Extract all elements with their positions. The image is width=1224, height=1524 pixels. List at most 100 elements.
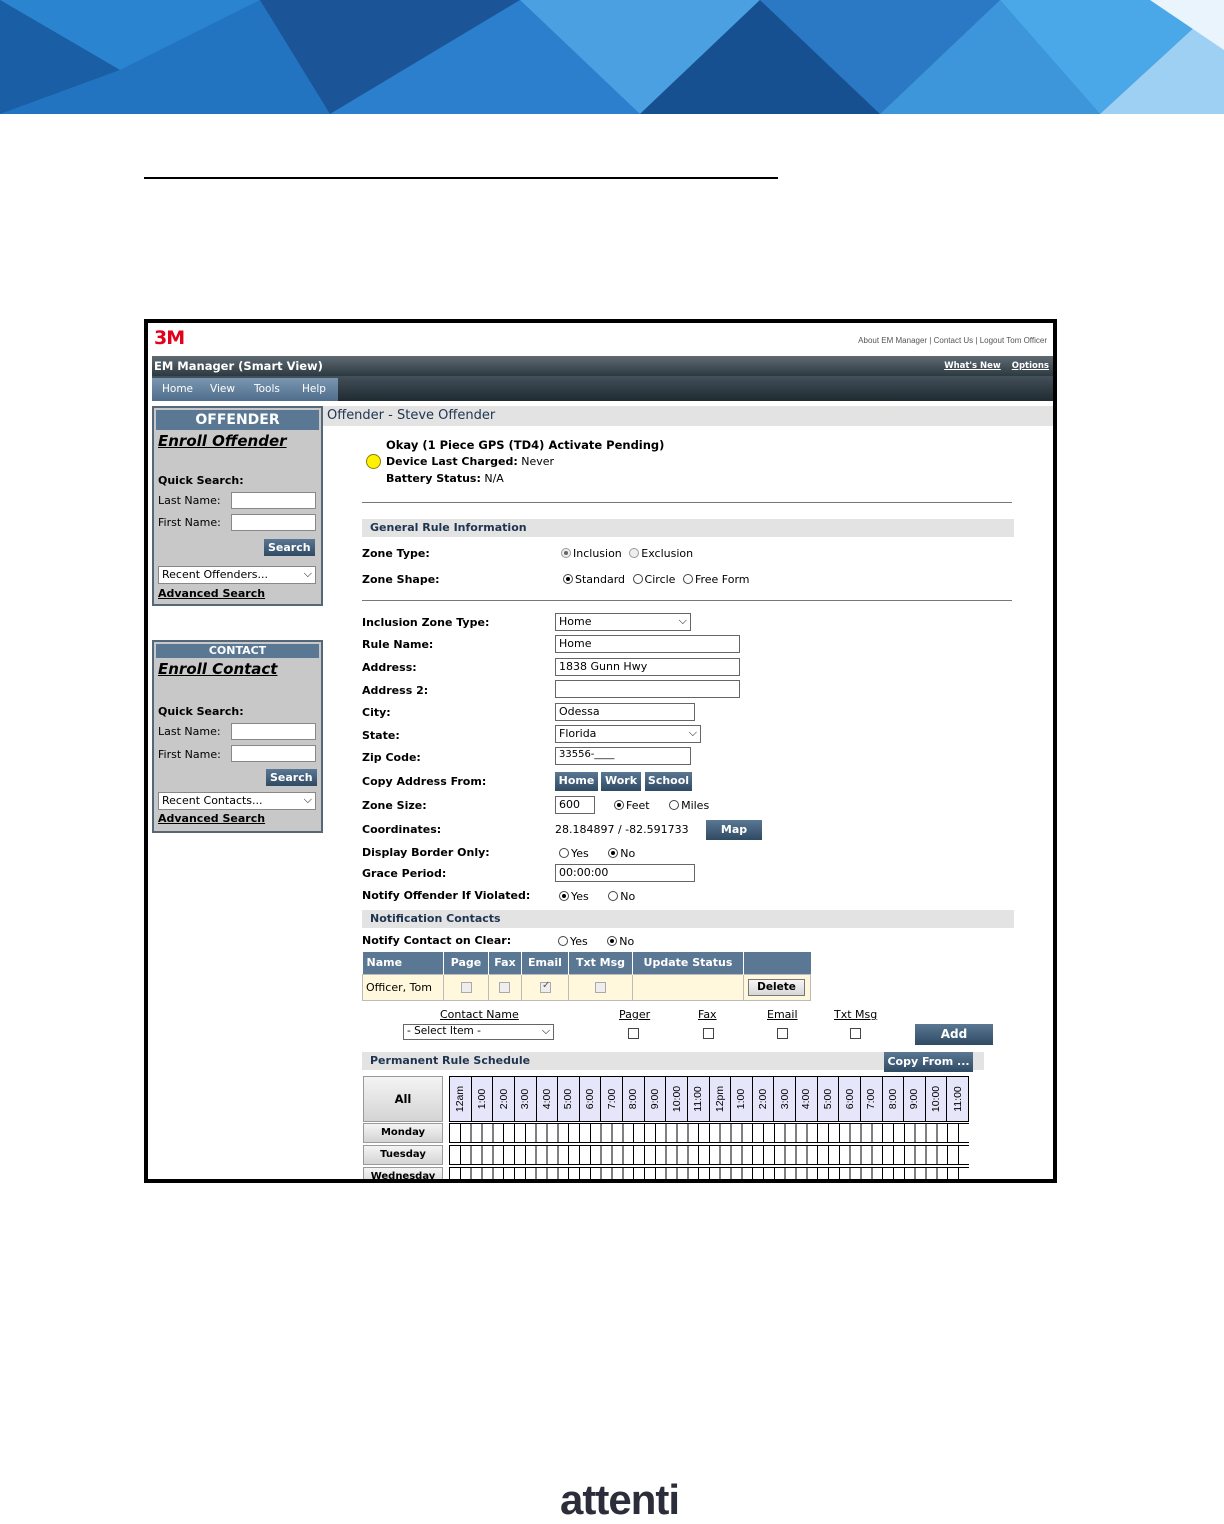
contact-fax-cell [488,973,522,1001]
hour-label: 7:00 [865,1088,878,1110]
hour-cell[interactable]: 7:00 [860,1077,883,1121]
contact-search-button[interactable]: Search [266,769,317,786]
schedule-all-button[interactable]: All [363,1076,443,1122]
address2-input[interactable] [555,680,740,698]
city-input[interactable]: Odessa [555,703,695,721]
copy-home-button[interactable]: Home [555,772,598,791]
address-input[interactable]: 1838 Gunn Hwy [555,658,740,676]
add-fax-checkbox[interactable] [703,1028,714,1039]
zone-units-miles-radio[interactable] [669,800,680,810]
schedule-row-tuesday[interactable] [449,1145,969,1165]
recent-offenders-value: Recent Offenders... [162,568,268,581]
hour-cell[interactable]: 8:00 [623,1077,645,1121]
schedule-row-wednesday[interactable] [449,1167,969,1179]
hour-cell[interactable]: 8:00 [882,1077,905,1121]
hour-cell[interactable]: 7:00 [601,1077,623,1121]
zip-input[interactable]: 33556-____ [555,747,691,765]
hour-label: 10:00 [930,1085,943,1113]
recent-contacts-select[interactable]: Recent Contacts... ⌵ [158,792,316,810]
notify-offender-yes-radio[interactable] [559,891,569,901]
hour-cell[interactable]: 2:00 [752,1077,775,1121]
hour-cell[interactable]: 6:00 [579,1077,602,1121]
notify-offender-no-radio[interactable] [608,891,619,901]
hour-cell[interactable]: 11:00 [947,1077,969,1121]
zone-shape-standard-label: Standard [575,573,626,586]
zone-shape-standard-radio[interactable] [563,574,573,584]
whats-new-link[interactable]: What's New [944,361,1001,371]
add-pager-checkbox[interactable] [628,1028,639,1039]
contact-first-name-input[interactable] [231,745,316,762]
day-monday[interactable]: Monday [363,1123,443,1143]
battery-row: Battery Status: N/A [386,472,504,485]
hour-cell[interactable]: 5:00 [817,1077,840,1121]
notify-clear-no-radio[interactable] [607,936,618,946]
zone-size-input[interactable]: 600 [555,796,595,814]
map-button[interactable]: Map [706,820,762,840]
zip-label: Zip Code: [362,751,421,764]
txt-msg-col-label: Txt Msg [834,1008,878,1021]
offender-search-button[interactable]: Search [264,539,315,556]
contact-last-name-input[interactable] [231,723,316,740]
hour-cell[interactable]: 1:00 [471,1077,494,1121]
zone-type-exclusion-radio[interactable] [629,548,640,558]
add-txt-msg-checkbox[interactable] [850,1028,861,1039]
hour-cell[interactable]: 1:00 [731,1077,753,1121]
display-border-yes-radio[interactable] [559,848,569,858]
state-select[interactable]: Florida ⌵ [555,725,701,743]
hour-cell[interactable]: 10:00 [925,1077,948,1121]
inclusion-zone-type-select[interactable]: Home ⌵ [555,613,691,631]
enroll-offender-link[interactable]: Enroll Offender [158,432,321,450]
rule-name-input[interactable]: Home [555,635,740,653]
copy-school-button[interactable]: School [645,772,692,791]
offender-last-name-input[interactable] [231,492,316,509]
nav-home[interactable]: Home [162,383,193,395]
notify-clear-yes-radio[interactable] [558,936,568,946]
em-manager-app: 3M About EM Manager | Contact Us | Logou… [148,323,1053,1179]
hour-cell[interactable]: 11:00 [687,1077,710,1121]
hour-cell[interactable]: 12pm [709,1077,732,1121]
hour-cell[interactable]: 3:00 [514,1077,537,1121]
hour-cell[interactable]: 2:00 [493,1077,515,1121]
hour-cell[interactable]: 9:00 [644,1077,667,1121]
hour-cell[interactable]: 9:00 [904,1077,926,1121]
hour-cell[interactable]: 12am [450,1077,472,1121]
day-wednesday[interactable]: Wednesday [363,1167,443,1179]
grace-period-input[interactable]: 00:00:00 [555,864,695,882]
options-link[interactable]: Options [1012,361,1049,371]
schedule-row-monday[interactable] [449,1123,969,1143]
attenti-logo: attenti [560,1476,680,1524]
zone-type-inclusion-radio[interactable] [561,548,571,558]
hour-cell[interactable]: 3:00 [774,1077,796,1121]
contact-action-cell: Delete [743,973,811,1001]
nav-view[interactable]: View [210,383,235,395]
zone-shape-circle-label: Circle [644,573,676,586]
nav-help[interactable]: Help [302,383,326,395]
copy-from-button[interactable]: Copy From ... [884,1052,973,1072]
delete-contact-button[interactable]: Delete [748,978,805,996]
day-tuesday[interactable]: Tuesday [363,1145,443,1165]
display-border-no-radio[interactable] [608,848,619,858]
hour-cell[interactable]: 4:00 [796,1077,818,1121]
header-banner [0,0,1224,114]
offender-last-name-label: Last Name: [158,494,221,507]
zone-shape-freeform-radio[interactable] [682,574,693,584]
nav-tools[interactable]: Tools [254,383,280,395]
hour-cell[interactable]: 10:00 [666,1077,688,1121]
add-contact-button[interactable]: Add [915,1024,993,1045]
zone-units-feet-radio[interactable] [614,800,624,810]
top-links[interactable]: About EM Manager | Contact Us | Logout T… [858,336,1047,345]
hour-label: 2:00 [757,1088,770,1110]
offender-first-name-input[interactable] [231,514,316,531]
contact-select[interactable]: - Select Item - ⌵ [403,1024,554,1040]
recent-offenders-select[interactable]: Recent Offenders... ⌵ [158,566,316,584]
offender-advanced-search-link[interactable]: Advanced Search [158,587,265,600]
enroll-contact-link[interactable]: Enroll Contact [158,660,321,678]
contact-advanced-search-link[interactable]: Advanced Search [158,812,265,825]
contact-quick-search-label: Quick Search: [158,705,244,718]
hour-cell[interactable]: 6:00 [839,1077,861,1121]
add-email-checkbox[interactable] [777,1028,788,1039]
hour-cell[interactable]: 4:00 [536,1077,559,1121]
zone-shape-circle-radio[interactable] [632,574,643,584]
hour-cell[interactable]: 5:00 [558,1077,580,1121]
copy-work-button[interactable]: Work [601,772,641,791]
